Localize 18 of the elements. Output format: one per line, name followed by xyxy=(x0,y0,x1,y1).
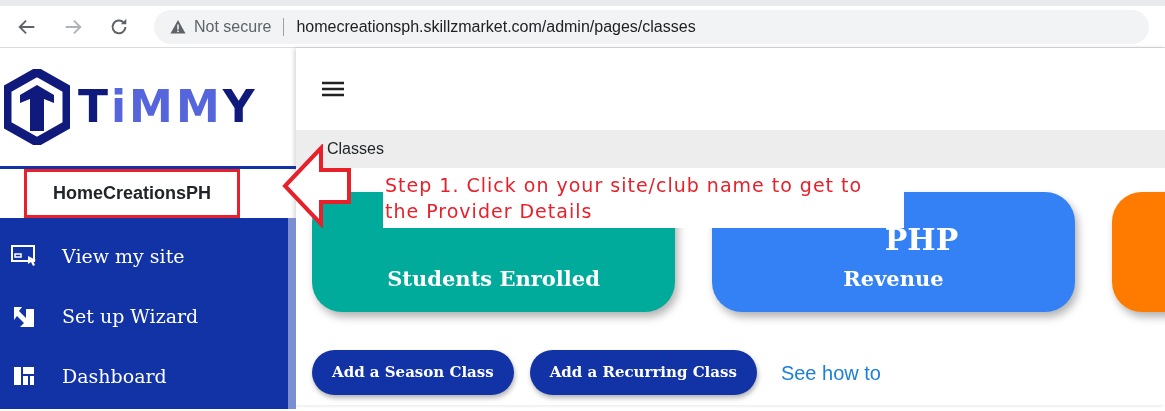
browser-window-icon xyxy=(10,243,38,269)
stat-label: Students Enrolled xyxy=(387,265,600,294)
breadcrumb: Classes xyxy=(327,139,384,159)
nav-item[interactable]: View my site xyxy=(0,226,288,286)
nav-item[interactable]: Set up Wizard xyxy=(0,286,288,346)
help-link[interactable]: See how to xyxy=(780,357,881,388)
nav-item[interactable]: Dashboard xyxy=(0,346,288,406)
stat-label: Revenue xyxy=(843,265,944,294)
add-class-button[interactable]: Add a Season Class xyxy=(312,350,514,395)
site-name[interactable]: HomeCreationsPH xyxy=(24,169,240,218)
url-text: homecreationsph.skillzmarket.com/admin/pages/classes xyxy=(296,16,696,37)
warning-icon xyxy=(170,18,186,35)
security-label: Not secure xyxy=(194,16,272,37)
logo-text: TiMMY xyxy=(78,85,258,129)
add-class-button[interactable]: Add a Recurring Class xyxy=(529,350,757,395)
address-bar[interactable]: Not secure homecreationsph.skillzmarket.com/admin/pages/classes xyxy=(154,9,1149,44)
logo-icon xyxy=(4,69,70,145)
menu-icon[interactable] xyxy=(320,79,346,99)
